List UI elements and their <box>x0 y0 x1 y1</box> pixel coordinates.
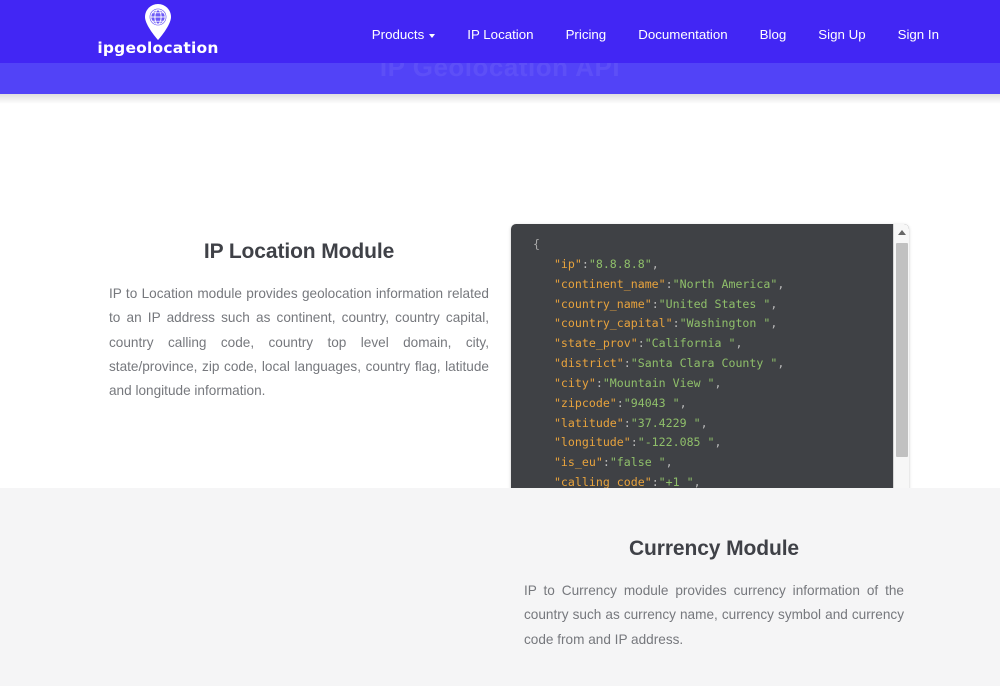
chevron-down-icon <box>429 34 436 38</box>
ip-location-text-column: IP Location Module IP to Location module… <box>109 239 489 403</box>
hero-band-shadow <box>0 94 1000 104</box>
nav-links: Products IP Location Pricing Documentati… <box>356 26 955 44</box>
section-currency-row: "currency":{ "name":"US Dollar ", "code"… <box>0 488 1000 686</box>
nav-item-blog[interactable]: Blog <box>744 26 803 44</box>
top-navigation-bar: ipgeolocation Products IP Location Prici… <box>0 0 1000 63</box>
nav-item-sign-up-label: Sign Up <box>818 27 866 42</box>
nav-item-ip-location[interactable]: IP Location <box>451 26 549 44</box>
code-scrollbar[interactable] <box>893 224 909 529</box>
nav-item-pricing[interactable]: Pricing <box>550 26 623 44</box>
nav-item-blog-label: Blog <box>759 27 787 42</box>
brand-logo-link[interactable]: ipgeolocation <box>97 2 218 60</box>
nav-item-sign-in-label: Sign In <box>897 27 939 42</box>
scrollbar-thumb[interactable] <box>896 243 908 457</box>
brand-name-text: ipgeolocation <box>97 39 219 57</box>
section-ip-location-row: IP Location Module IP to Location module… <box>0 94 1000 529</box>
nav-item-documentation[interactable]: Documentation <box>622 26 743 44</box>
section-ip-location: IP Location Module IP to Location module… <box>0 94 1000 529</box>
nav-item-sign-up[interactable]: Sign Up <box>802 26 881 44</box>
ip-location-description: IP to Location module provides geolocati… <box>109 286 489 399</box>
nav-item-pricing-label: Pricing <box>565 27 607 42</box>
currency-description: IP to Currency module provides currency … <box>524 583 904 647</box>
hero-band-text: IP Geolocation API <box>379 63 621 82</box>
nav-item-products-label: Products <box>371 27 425 42</box>
hero-band: IP Geolocation API <box>0 63 1000 94</box>
nav-item-ip-location-label: IP Location <box>467 27 534 42</box>
currency-text-column: Currency Module IP to Currency module pr… <box>524 536 904 652</box>
ip-location-code-content: { "ip":"8.8.8.8", "continent_name":"Nort… <box>533 237 791 529</box>
nav-item-sign-in[interactable]: Sign In <box>882 26 955 44</box>
map-pin-globe-icon <box>139 2 177 42</box>
nav-item-products[interactable]: Products <box>356 26 451 44</box>
ip-location-code-block: { "ip":"8.8.8.8", "continent_name":"Nort… <box>511 224 909 529</box>
scroll-up-arrow-icon[interactable] <box>894 224 909 240</box>
currency-title: Currency Module <box>628 537 800 560</box>
page-root: ipgeolocation Products IP Location Prici… <box>0 0 1000 686</box>
ip-location-title: IP Location Module <box>203 240 395 263</box>
section-currency: "currency":{ "name":"US Dollar ", "code"… <box>0 488 1000 686</box>
nav-item-documentation-label: Documentation <box>638 27 728 42</box>
